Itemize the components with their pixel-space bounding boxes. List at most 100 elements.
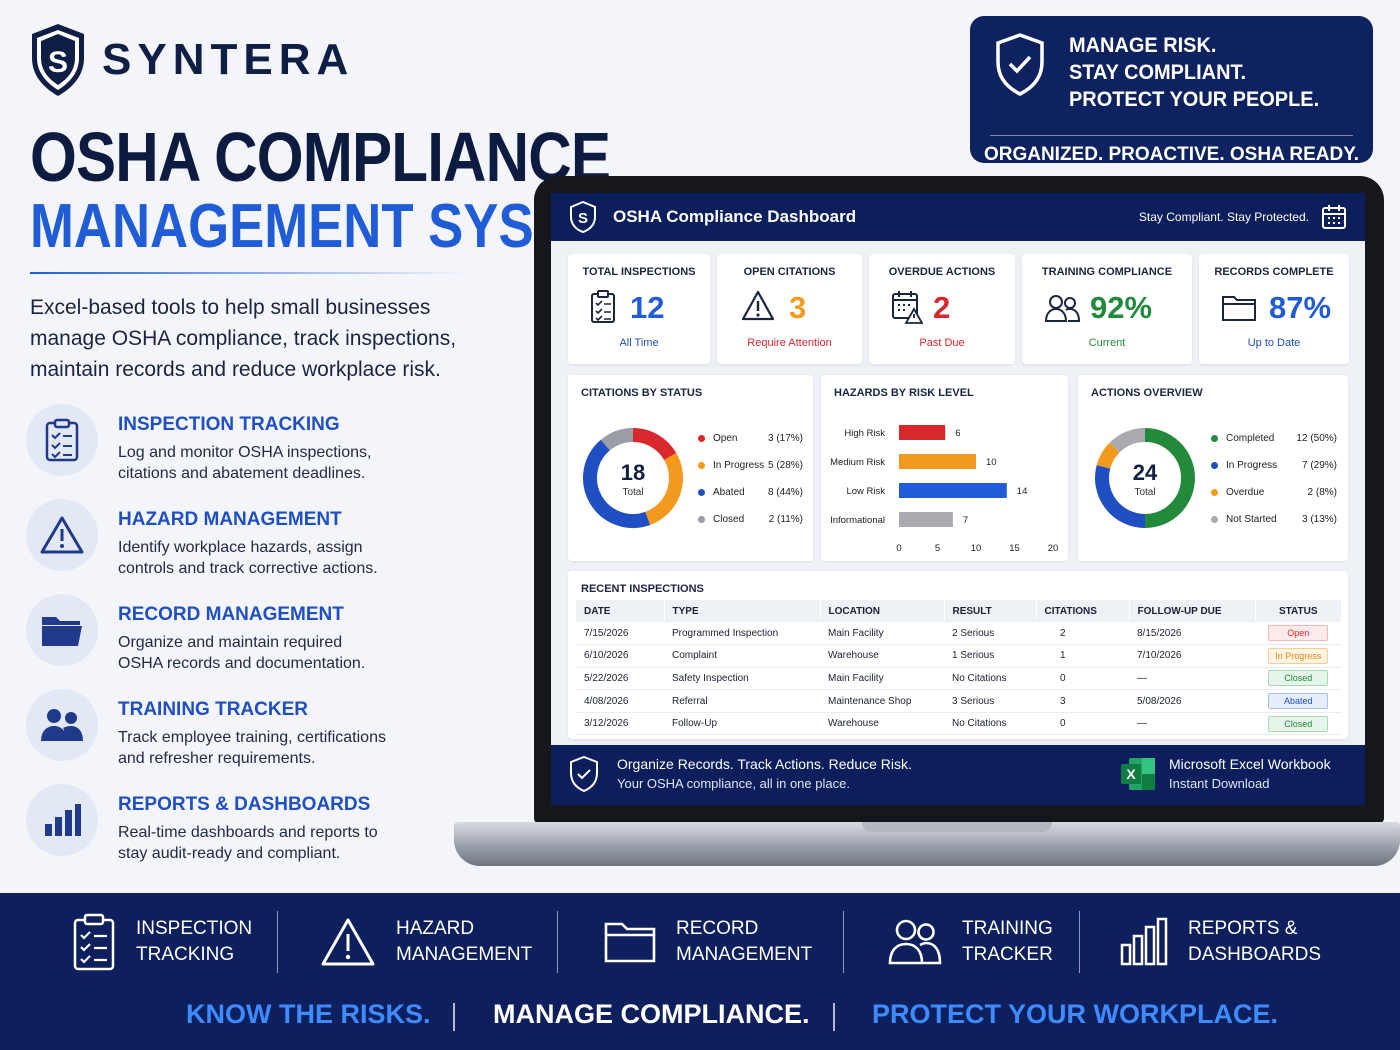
feature-inspection-tracking: INSPECTION TRACKING Log and monitor OSHA … (26, 404, 486, 499)
donut-slice-closed (600, 428, 634, 451)
cell-type: Follow-Up (664, 712, 820, 736)
column-header[interactable]: CITATIONS (1036, 600, 1130, 622)
cell-status: Open (1255, 622, 1342, 646)
clipboard-icon (26, 404, 98, 476)
table-row[interactable]: 6/10/2026 Complaint Warehouse 1 Serious 1 7/1… (576, 644, 1342, 668)
folder-icon (26, 594, 98, 666)
kpi-training-compliance: TRAINING COMPLIANCE 92% Current (1022, 254, 1192, 364)
donut-total: 18 (621, 460, 645, 485)
table-row[interactable]: 5/22/2026 Safety Inspection Main Facility N… (576, 667, 1342, 691)
bottom-item-inspection-tracking: INSPECTION TRACKING (72, 911, 252, 973)
panel-title: CITATIONS BY STATUS (581, 387, 703, 399)
donut-slice-in-progress (644, 453, 683, 525)
bar-label: Medium Risk (830, 457, 885, 468)
logo-letter: S (578, 210, 588, 227)
cell-type: Safety Inspection (664, 667, 820, 691)
feature-hazard-management: HAZARD MANAGEMENT Identify workplace haza… (26, 499, 486, 594)
column-header[interactable]: TYPE (664, 600, 821, 622)
shield-logo-icon: S (32, 24, 84, 96)
table-row[interactable]: 4/08/2026 Referral Maintenance Shop 3 Serio… (576, 689, 1342, 713)
banner-divider (990, 135, 1353, 136)
cell-result: 3 Serious (944, 689, 1036, 713)
feature-desc: Organize and maintain required OSHA reco… (118, 634, 366, 672)
excel-icon: X (1121, 758, 1155, 790)
footer-line1: Organize Records. Track Actions. Reduce … (617, 756, 912, 772)
footer-excel-line1: Microsoft Excel Workbook (1169, 756, 1331, 772)
hazards-panel: HAZARDS BY RISK LEVEL High Risk 6 Medium R… (821, 375, 1068, 561)
legend-item: Not Started 3 (13%) (1211, 514, 1337, 525)
legend-dot (698, 462, 705, 469)
kpi-overdue-actions: OVERDUE ACTIONS 2 Past Due (869, 254, 1015, 364)
legend-label: Open (713, 433, 738, 444)
bottom-item-reports-dashboards: REPORTS & DASHBOARDS (1120, 911, 1321, 973)
slogan-divider (833, 1003, 835, 1031)
legend-label: Not Started (1226, 514, 1277, 525)
bar-informational (899, 512, 953, 527)
column-header[interactable]: STATUS (1255, 600, 1342, 622)
calendar-icon[interactable] (1321, 204, 1347, 230)
cell-status: Closed (1255, 667, 1342, 691)
citations-donut-chart: 18 Total (583, 428, 683, 528)
table-row[interactable]: 7/15/2026 Programmed Inspection Main Facil… (576, 622, 1342, 646)
legend-value: 2 (8%) (1307, 487, 1337, 498)
cell-location: Maintenance Shop (820, 689, 944, 713)
cell-status: In Progress (1255, 644, 1342, 668)
bar-value: 6 (955, 428, 960, 439)
feature-desc: Track employee training, certifications … (118, 729, 386, 767)
legend-label: In Progress (1226, 460, 1278, 471)
donut-slice-not-started (1109, 428, 1146, 453)
feature-list: INSPECTION TRACKING Log and monitor OSHA … (26, 404, 486, 879)
shield-logo-icon: S (570, 201, 596, 233)
kpi-subtitle: Past Due (919, 337, 965, 349)
feature-title: RECORD MANAGEMENT (118, 604, 344, 625)
kpi-subtitle: All Time (619, 337, 659, 349)
kpi-title: OVERDUE ACTIONS (888, 266, 996, 278)
column-header[interactable]: FOLLOW-UP DUE (1129, 600, 1256, 622)
status-badge: In Progress (1268, 647, 1329, 664)
slogan-divider (453, 1003, 455, 1031)
bar-value: 14 (1017, 486, 1028, 497)
shield-check-icon (996, 33, 1044, 96)
legend-value: 3 (13%) (1301, 514, 1337, 525)
bottom-divider (843, 911, 844, 973)
status-badge: Abated (1268, 693, 1329, 710)
cell-date: 5/22/2026 (576, 667, 664, 691)
table-row[interactable]: 3/12/2026 Follow-Up Warehouse No Citations 0… (576, 712, 1342, 736)
dashboard-subtitle: Stay Compliant. Stay Protected. (1138, 210, 1309, 224)
cell-date: 4/08/2026 (576, 689, 664, 713)
feature-title: TRAINING TRACKER (118, 699, 308, 720)
cell-location: Warehouse (820, 644, 944, 668)
bar-value: 10 (986, 457, 997, 468)
donut-slice-open (632, 428, 677, 461)
feature-desc: Log and monitor OSHA inspections, citati… (118, 444, 372, 482)
footer-excel-line2: Instant Download (1169, 776, 1270, 791)
banner-tagline: ORGANIZED. PROACTIVE. OSHA READY. (983, 144, 1360, 165)
legend-dot (1211, 462, 1218, 469)
column-header[interactable]: DATE (576, 600, 665, 622)
legend-item: Open 3 (17%) (698, 433, 803, 444)
bar-label: High Risk (844, 428, 885, 439)
axis-tick-label: 20 (1048, 543, 1059, 554)
feature-desc: Real-time dashboards and reports to stay… (118, 824, 378, 862)
bar-chart-icon (1120, 917, 1168, 966)
legend-label: Abated (713, 487, 745, 498)
kpi-open-citations: OPEN CITATIONS 3 Require Attention (717, 254, 862, 364)
column-header[interactable]: RESULT (944, 600, 1037, 622)
kpi-subtitle: Up to Date (1247, 337, 1301, 349)
actions-panel: ACTIONS OVERVIEW 24 Total Completed 12 (50… (1078, 375, 1348, 561)
users-icon (888, 919, 942, 965)
column-header[interactable]: LOCATION (820, 600, 945, 622)
legend-label: Overdue (1226, 487, 1265, 498)
footer-line2: Your OSHA compliance, all in one place. (617, 776, 850, 791)
cell-type: Programmed Inspection (664, 622, 820, 646)
brand-name: SYNTERA (102, 35, 355, 84)
legend-dot (698, 489, 705, 496)
status-badge: Closed (1268, 670, 1329, 687)
legend-dot (1211, 435, 1218, 442)
legend-item: In Progress 5 (28%) (698, 460, 803, 471)
cell-citations: 0 (1036, 712, 1129, 736)
legend-item: In Progress 7 (29%) (1211, 460, 1337, 471)
clipboard-icon (591, 290, 615, 323)
donut-total-label: Total (622, 487, 643, 498)
warning-icon (741, 290, 775, 321)
